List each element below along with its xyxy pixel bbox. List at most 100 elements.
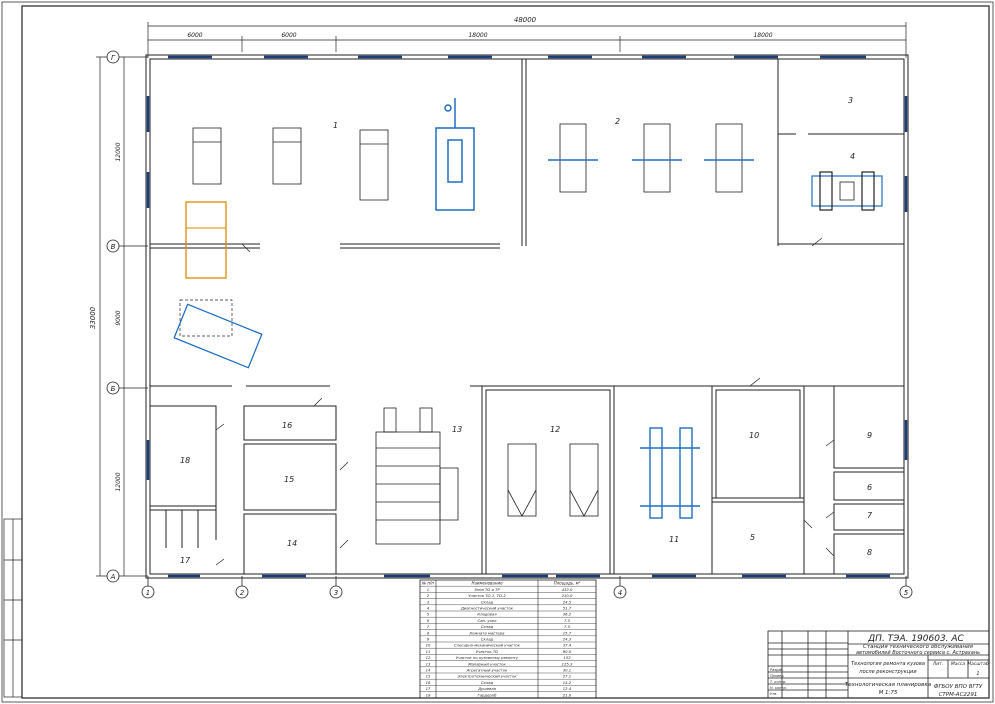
explication-cell: 37.4 — [563, 643, 572, 648]
axis-label-a: А — [110, 573, 116, 581]
org-line2: СТРМ-АС2291 — [939, 692, 978, 698]
sign-role-5: Утв. — [770, 692, 777, 696]
subject-line1: Технология ремонта кузова — [851, 661, 925, 667]
explication-table: № п/п Наименование Площадь, м² 1 Зона ТО и Т… — [419, 579, 597, 699]
axis-label-2: 2 — [240, 589, 245, 597]
dim-height-1: 12000 — [115, 142, 122, 161]
col-header-scale: Масштаб — [967, 661, 989, 667]
explication-cell: Диагностический участок — [460, 606, 514, 611]
four-post-lift — [640, 427, 700, 519]
explication-cell: 12 — [426, 655, 431, 660]
explication-cell: 90.0 — [563, 649, 572, 654]
explication-cell: 15 — [426, 674, 431, 679]
explication-cell: 9 — [427, 637, 430, 642]
explication-cell: 18 — [426, 692, 431, 697]
explication-cell: Участок по кузовному ремонту — [456, 655, 519, 660]
axis-label-b: Б — [111, 385, 116, 393]
room-number-7: 7 — [867, 511, 873, 520]
dim-span-1: 6000 — [187, 32, 202, 39]
work-post-3 — [359, 129, 389, 201]
axis-label-1: 1 — [146, 589, 150, 597]
explication-cell: 5 — [427, 612, 430, 617]
explication-cell: 1 — [427, 587, 429, 592]
col-header-mass: Масса — [951, 661, 966, 667]
room-number-16: 16 — [282, 421, 292, 430]
lift-post-2b — [632, 123, 682, 193]
axis-markers-bottom — [141, 576, 913, 599]
sign-role-3: Т. контр. — [770, 680, 786, 684]
room-number-8: 8 — [867, 548, 872, 557]
col-header-lit: Лит. — [932, 661, 943, 667]
two-post-lift — [435, 98, 475, 211]
explication-cell: Гардероб — [478, 692, 498, 697]
explication-cell: Комната мастера — [469, 630, 505, 635]
room-number-14: 14 — [287, 539, 297, 548]
room-number-9: 9 — [867, 431, 872, 440]
axis-label-5: 5 — [904, 589, 909, 597]
explication-cell: Малярный участок — [468, 661, 506, 666]
explication-cell: Участок ТО-1, ТО-2 — [468, 593, 506, 598]
explication-cell: 6 — [427, 618, 430, 623]
doc-code: ДП. ТЭА. 190603. АС — [867, 634, 964, 644]
room-number-15: 15 — [284, 475, 294, 484]
explication-cell: 51.7 — [563, 606, 572, 611]
overall-width-dim: 48000 — [514, 16, 537, 24]
explication-cell: Душевая — [477, 686, 497, 691]
explication-cell: Сан. узел — [478, 618, 497, 623]
room-number-3: 3 — [848, 96, 853, 105]
explication-cell: 14.2 — [563, 680, 572, 685]
explication-cell: 152 — [563, 655, 571, 660]
explication-cell: 21.0 — [563, 692, 572, 697]
explication-cell: 36.2 — [563, 612, 572, 617]
org-line1: ФГБОУ ВПО ВГТУ — [934, 684, 983, 690]
explication-cell: 24.5 — [563, 599, 572, 604]
explication-cell: 11 — [426, 649, 431, 654]
dim-height-2: 9000 — [115, 310, 122, 325]
sheet-title-line1: Технологическая планировка — [845, 682, 932, 688]
dim-span-2: 6000 — [281, 32, 296, 39]
body-repair-post-2 — [569, 443, 599, 517]
room-number-11: 11 — [669, 535, 679, 544]
explication-cell: Склад — [481, 599, 494, 604]
side-stamp — [3, 518, 23, 698]
explication-cell: 432.0 — [562, 587, 573, 592]
explication-cell: 8 — [427, 630, 430, 635]
room-number-13: 13 — [452, 425, 462, 434]
explication-cell: 16 — [426, 680, 431, 685]
dim-span-3: 18000 — [468, 32, 487, 39]
axis-label-3: 3 — [334, 589, 338, 597]
lift-post-2a — [548, 123, 598, 193]
work-post-2 — [272, 127, 302, 185]
explication-cell: Зона ТО и ТР — [474, 587, 500, 592]
entering-car — [179, 201, 233, 337]
explication-cell: 2 — [427, 593, 430, 598]
explication-header-cell: № п/п — [421, 581, 434, 586]
room-number-4: 4 — [850, 152, 855, 161]
room-number-12: 12 — [550, 425, 560, 434]
sheet-title-line2: М 1:75 — [879, 690, 898, 696]
room-number-18: 18 — [180, 456, 190, 465]
explication-header-cell: Площадь, м² — [554, 581, 581, 586]
room-number-17: 17 — [180, 556, 191, 565]
building-walls — [145, 54, 909, 579]
dim-span-4: 18000 — [753, 32, 772, 39]
explication-cell: 14 — [426, 668, 431, 673]
explication-cell: 7.5 — [564, 624, 571, 629]
lift-post-2c — [704, 123, 754, 193]
explication-cell: Склад — [481, 637, 494, 642]
explication-cell: Электротехнический участок — [456, 674, 517, 679]
explication-cell: 27.1 — [563, 674, 571, 679]
explication-cell: Участок ТО — [476, 649, 498, 654]
explication-cell: Склад — [481, 624, 494, 629]
explication-cell: 12.4 — [563, 686, 572, 691]
left-dimensions — [96, 56, 148, 577]
explication-cell: 10 — [426, 643, 431, 648]
subject-line2: после реконструкции — [859, 669, 917, 675]
scale-value: 1 — [976, 671, 979, 677]
explication-cell: 15.7 — [563, 630, 572, 635]
explication-cell: 30.1 — [563, 668, 571, 673]
explication-cell: 3 — [427, 599, 430, 604]
axis-label-4: 4 — [618, 589, 622, 597]
explication-cell: 7.5 — [564, 618, 571, 623]
drawing-sheet: 48000 6000 6000 18000 18000 33000 12000 … — [1, 1, 994, 703]
